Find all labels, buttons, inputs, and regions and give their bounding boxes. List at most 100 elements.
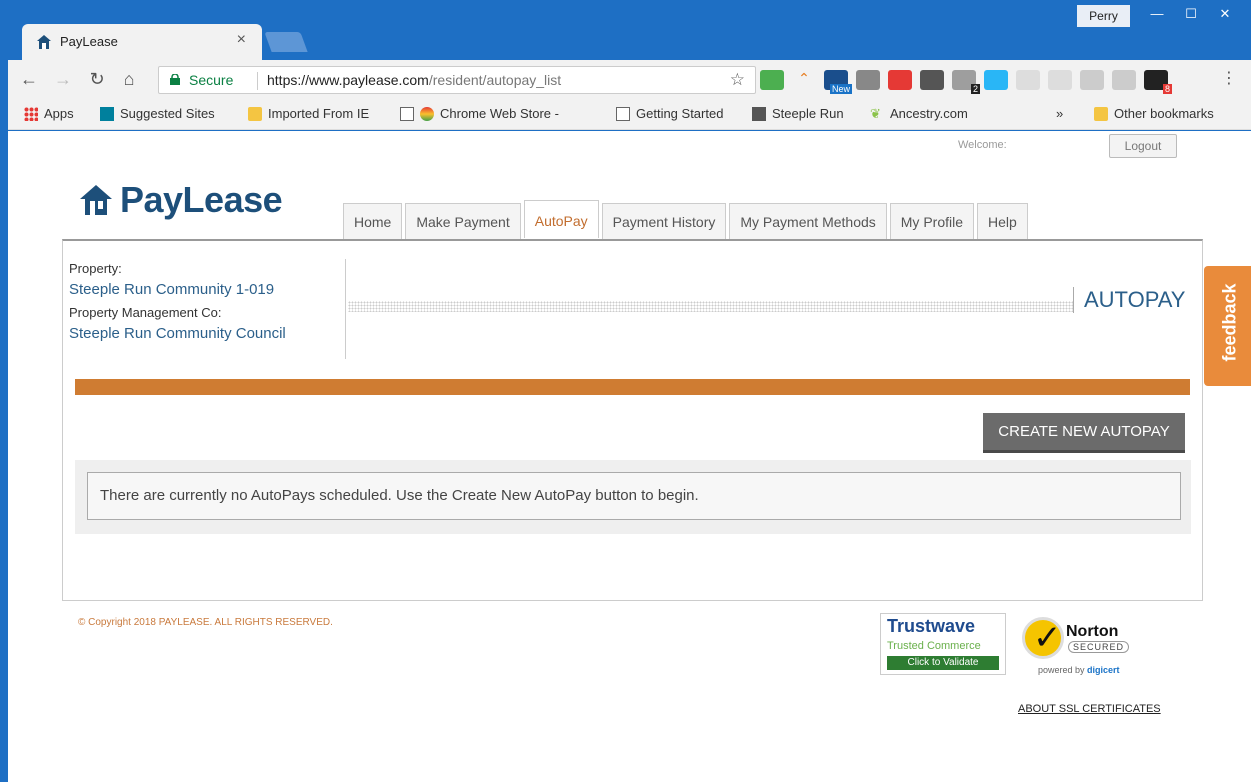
omnibox-divider: [257, 72, 258, 90]
profile-button[interactable]: Perry: [1077, 5, 1130, 27]
address-bar[interactable]: Secure https://www.paylease.com/resident…: [158, 66, 756, 94]
orange-divider-bar: [75, 379, 1190, 395]
extension-icon[interactable]: [920, 70, 944, 90]
tab-make-payment[interactable]: Make Payment: [405, 203, 521, 239]
digicert-text: digicert: [1087, 665, 1120, 675]
trustwave-subtitle: Trusted Commerce: [887, 640, 981, 652]
url-text: https://www.paylease.com/resident/autopa…: [267, 72, 561, 88]
bookmark-other-bookmarks[interactable]: Other bookmarks: [1094, 106, 1214, 121]
bing-icon: [100, 106, 114, 121]
extension-icon[interactable]: [760, 70, 784, 90]
bookmark-ancestry[interactable]: ❦ Ancestry.com: [870, 106, 968, 121]
bookmark-getting-started[interactable]: Getting Started: [616, 106, 723, 121]
logo-text: PayLease: [120, 179, 283, 220]
paylease-house-icon: [80, 185, 112, 215]
extension-icon[interactable]: 2: [952, 70, 980, 94]
logout-button[interactable]: Logout: [1109, 134, 1177, 158]
extension-badge: 2: [970, 84, 980, 94]
close-window-icon[interactable]: ✕: [1209, 4, 1241, 26]
bookmark-label: Other bookmarks: [1114, 106, 1214, 121]
extension-icon[interactable]: [1112, 70, 1136, 90]
bookmark-label: Imported From IE: [268, 106, 370, 121]
feedback-label: feedback: [1219, 283, 1240, 362]
chrome-store-icon: [420, 106, 434, 121]
apps-grid-icon: [24, 106, 38, 121]
reload-icon[interactable]: ↻: [86, 69, 108, 90]
norton-checkmark-icon: ✓: [1022, 617, 1064, 659]
menu-kebab-icon[interactable]: ⋮: [1221, 68, 1237, 88]
tab-close-icon[interactable]: ×: [237, 31, 246, 49]
browser-toolbar: ← → ↻ ⌂ Secure https://www.paylease.com/…: [8, 60, 1251, 100]
secure-label: Secure: [189, 72, 234, 88]
copyright-text: © Copyright 2018 PAYLEASE. ALL RIGHTS RE…: [78, 617, 333, 628]
page-content: Welcome: Logout PayLease Home Make Payme…: [8, 131, 1251, 782]
window-controls: — ☐ ✕: [1141, 4, 1241, 26]
amazon-icon[interactable]: 8: [1144, 70, 1172, 94]
main-nav: Home Make Payment AutoPay Payment Histor…: [343, 200, 1031, 239]
extension-icon[interactable]: [1016, 70, 1040, 90]
create-new-autopay-button[interactable]: CREATE NEW AUTOPAY: [983, 413, 1185, 453]
norton-name: Norton: [1066, 623, 1119, 640]
browser-tab[interactable]: PayLease ×: [22, 24, 262, 60]
bookmark-apps[interactable]: Apps: [24, 106, 74, 121]
bookmark-star-icon[interactable]: ☆: [730, 70, 745, 90]
about-ssl-link[interactable]: ABOUT SSL CERTIFICATES: [1018, 703, 1161, 715]
norton-seal[interactable]: ✓ Norton SECURED powered by digicert: [1020, 615, 1140, 677]
norton-powered-by: powered by digicert: [1038, 665, 1120, 675]
ancestry-leaf-icon: ❦: [870, 105, 881, 121]
tab-home[interactable]: Home: [343, 203, 403, 239]
url-path: /resident/autopay_list: [428, 72, 562, 88]
bookmark-label: Chrome Web Store -: [440, 106, 559, 121]
lock-icon: [170, 74, 180, 85]
property-info: Property: Steeple Run Community 1-019 Pr…: [69, 261, 345, 349]
minimize-icon[interactable]: —: [1141, 4, 1173, 26]
feedback-tab[interactable]: feedback: [1204, 266, 1251, 386]
page-title: AUTOPAY: [1073, 287, 1185, 313]
property-label: Property:: [69, 261, 122, 276]
management-label: Property Management Co:: [69, 305, 222, 320]
trustwave-name: Trustwave: [887, 616, 976, 636]
amazon-badge: 8: [1162, 84, 1172, 94]
tab-payment-history[interactable]: Payment History: [601, 203, 727, 239]
bookmark-steeple-run[interactable]: Steeple Run: [752, 106, 844, 121]
tab-my-profile[interactable]: My Profile: [889, 203, 974, 239]
trustwave-validate: Click to Validate: [887, 656, 999, 670]
tab-my-payment-methods[interactable]: My Payment Methods: [729, 203, 887, 239]
new-badge: New: [829, 84, 852, 94]
tab-title: PayLease: [60, 34, 118, 49]
forward-icon[interactable]: →: [52, 69, 74, 90]
extension-icon[interactable]: [888, 70, 912, 90]
management-value: Steeple Run Community Council: [69, 325, 286, 342]
page-icon: [616, 106, 630, 121]
page-icon: [400, 106, 414, 121]
extension-icon[interactable]: ⌃: [792, 70, 816, 90]
vertical-divider: [345, 259, 346, 359]
cloud-icon[interactable]: [984, 70, 1008, 90]
extension-icon[interactable]: New: [824, 70, 852, 94]
maximize-icon[interactable]: ☐: [1175, 4, 1207, 26]
chevron-double-right-icon: »: [1056, 106, 1064, 121]
extension-icon[interactable]: [856, 70, 880, 90]
paylease-logo[interactable]: PayLease: [78, 179, 283, 221]
bookmarks-bar: Apps Suggested Sites Imported From IE Ch…: [8, 100, 1251, 130]
extension-icon[interactable]: [1080, 70, 1104, 90]
home-icon[interactable]: ⌂: [118, 69, 140, 90]
paylease-favicon-icon: [37, 35, 51, 49]
extension-icon[interactable]: [1048, 70, 1072, 90]
empty-state-message: There are currently no AutoPays schedule…: [87, 472, 1181, 520]
new-tab-button[interactable]: [264, 32, 308, 52]
bookmarks-overflow-button[interactable]: »: [1056, 106, 1063, 121]
bookmark-imported-from-ie[interactable]: Imported From IE: [248, 106, 369, 121]
browser-titlebar: PayLease × Perry — ☐ ✕: [0, 0, 1251, 60]
trustwave-seal[interactable]: Trustwave Trusted Commerce Click to Vali…: [880, 613, 1006, 675]
bookmark-chrome-web-store[interactable]: Chrome Web Store -: [400, 106, 559, 121]
tab-help[interactable]: Help: [977, 203, 1028, 239]
bookmark-label: Getting Started: [636, 106, 724, 121]
bookmark-suggested-sites[interactable]: Suggested Sites: [100, 106, 215, 121]
bookmark-label: Apps: [44, 106, 74, 121]
bookmark-label: Suggested Sites: [120, 106, 215, 121]
back-icon[interactable]: ←: [18, 69, 40, 90]
folder-icon: [248, 106, 262, 121]
url-host: https://www.paylease.com: [267, 72, 429, 88]
tab-autopay[interactable]: AutoPay: [523, 200, 599, 238]
